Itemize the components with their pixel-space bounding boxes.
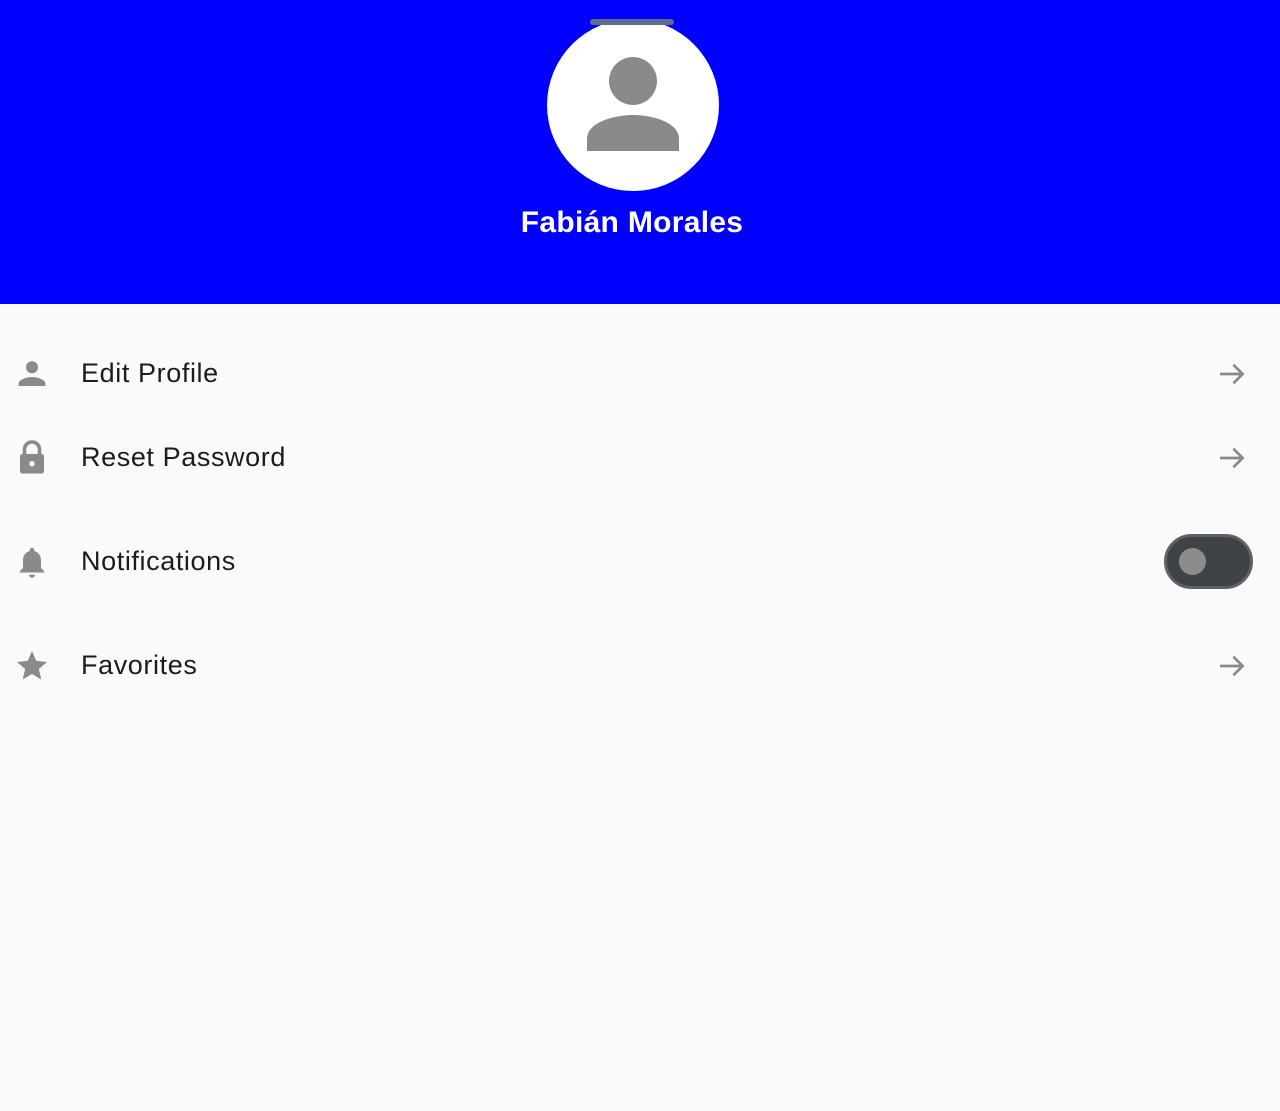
user-name: Fabián Morales (520, 206, 744, 239)
menu-item-label: Favorites (81, 650, 198, 680)
menu-item-notifications[interactable]: Notifications (0, 522, 1280, 602)
lock-icon (20, 440, 44, 474)
menu-item-edit-profile[interactable]: Edit Profile (0, 334, 1280, 414)
person-icon (587, 57, 679, 151)
profile-header: Fabián Morales (0, 0, 1280, 304)
person-icon (18, 361, 46, 386)
drag-handle[interactable] (590, 19, 674, 25)
menu-item-favorites[interactable]: Favorites (0, 626, 1280, 706)
menu-item-label: Reset Password (81, 442, 286, 472)
avatar[interactable] (547, 19, 719, 191)
menu-item-label: Edit Profile (81, 358, 219, 388)
star-icon (17, 651, 47, 680)
menu-item-label: Notifications (81, 546, 236, 576)
bell-icon (20, 547, 44, 578)
arrow-right-icon[interactable] (1216, 650, 1248, 682)
toggle-knob (1179, 548, 1206, 575)
arrow-right-icon[interactable] (1216, 442, 1248, 474)
arrow-right-icon[interactable] (1216, 358, 1248, 390)
notifications-toggle[interactable] (1164, 534, 1253, 589)
menu-item-reset-password[interactable]: Reset Password (0, 418, 1280, 498)
